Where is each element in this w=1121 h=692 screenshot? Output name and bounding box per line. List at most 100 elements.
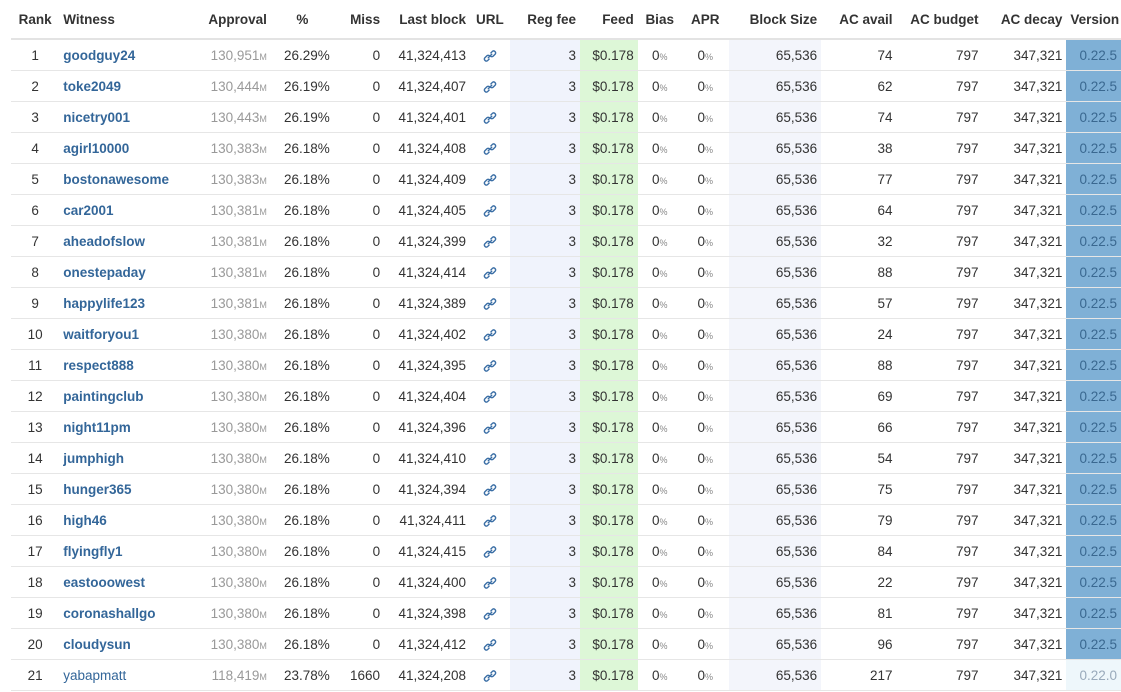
apr-unit: % [705,392,714,403]
witness-link[interactable]: eastooowest [63,575,145,590]
header-version[interactable]: Version [1066,0,1121,40]
header-miss[interactable]: Miss [333,0,385,40]
link-icon[interactable] [483,452,497,466]
link-icon[interactable] [483,328,497,342]
reg-fee-cell: 3 [509,349,581,381]
witness-link[interactable]: nicetry001 [63,110,130,125]
rank-cell: 3 [11,101,60,133]
apr-cell: 0% [681,39,729,71]
link-icon[interactable] [483,297,497,311]
bias-unit: % [659,268,668,279]
witness-link[interactable]: paintingclub [63,389,143,404]
header-rank[interactable]: Rank [11,0,60,40]
reg-fee-cell: 3 [509,101,581,133]
ac-avail-cell: 38 [821,132,897,164]
witness-link[interactable]: car2001 [63,203,113,218]
block-size-cell: 65,536 [728,380,822,412]
rank-cell: 14 [11,442,60,474]
witness-link[interactable]: yabapmatt [63,668,126,683]
rank-cell: 9 [11,287,60,319]
ac-decay-cell: 347,321 [982,473,1067,505]
url-cell [470,473,510,505]
header-ac-budget[interactable]: AC budget [896,0,983,40]
bias-cell: 0% [637,101,682,133]
witness-link[interactable]: agirl10000 [63,141,129,156]
header-url[interactable]: URL [470,0,510,40]
witness-link[interactable]: goodguy24 [63,48,135,63]
bias-unit: % [659,113,668,124]
link-icon[interactable] [483,607,497,621]
table-row: 4 agirl10000 130,383M 26.18% 0 41,324,408 3 $0.… [11,132,1121,164]
apr-unit: % [705,330,714,341]
bias-unit: % [659,330,668,341]
table-row: 10 waitforyou1 130,380M 26.18% 0 41,324,402 3 $… [11,318,1121,350]
approval-unit: M [259,609,267,620]
witness-link[interactable]: cloudysun [63,637,131,652]
url-cell [470,101,510,133]
bias-unit: % [659,423,668,434]
witness-link[interactable]: aheadofslow [63,234,145,249]
link-icon[interactable] [483,514,497,528]
link-icon[interactable] [483,576,497,590]
witness-link[interactable]: onestepaday [63,265,146,280]
witness-link[interactable]: night11pm [63,420,131,435]
url-cell [470,597,510,629]
link-icon[interactable] [483,204,497,218]
approval-value: 130,380 [210,450,260,466]
link-icon[interactable] [483,359,497,373]
link-icon[interactable] [483,173,497,187]
header-witness[interactable]: Witness [59,0,198,40]
witness-link[interactable]: hunger365 [63,482,131,497]
feed-cell: $0.178 [580,39,638,71]
apr-unit: % [705,113,714,124]
ac-budget-cell: 797 [896,504,983,536]
link-icon[interactable] [483,483,497,497]
witness-link[interactable]: coronashallgo [63,606,155,621]
feed-cell: $0.178 [580,504,638,536]
witness-link[interactable]: high46 [63,513,107,528]
apr-value: 0 [697,450,706,466]
header-bias[interactable]: Bias [637,0,682,40]
percent-cell: 26.18% [270,256,334,288]
table-header: Rank Witness Approval % Miss Last block … [11,0,1121,40]
header-apr[interactable]: APR [681,0,729,40]
header-last-block[interactable]: Last block [384,0,471,40]
link-icon[interactable] [483,266,497,280]
version-cell: 0.22.5 [1066,566,1121,598]
witness-cell: goodguy24 [59,39,198,71]
header-feed[interactable]: Feed [580,0,638,40]
link-icon[interactable] [483,421,497,435]
feed-cell: $0.178 [580,535,638,567]
approval-unit: M [259,423,267,434]
link-icon[interactable] [483,235,497,249]
witness-link[interactable]: jumphigh [63,451,124,466]
witness-link[interactable]: respect888 [63,358,134,373]
apr-unit: % [705,516,714,527]
header-approval[interactable]: Approval [197,0,271,40]
witness-link[interactable]: flyingfly1 [63,544,122,559]
witness-link[interactable]: bostonawesome [63,172,169,187]
link-icon[interactable] [483,49,497,63]
header-block-size[interactable]: Block Size [728,0,822,40]
apr-value: 0 [697,109,706,125]
header-reg-fee[interactable]: Reg fee [509,0,581,40]
witness-link[interactable]: waitforyou1 [63,327,139,342]
witness-link[interactable]: happylife123 [63,296,145,311]
link-icon[interactable] [483,390,497,404]
witness-link[interactable]: toke2049 [63,79,121,94]
link-icon[interactable] [483,80,497,94]
feed-cell: $0.178 [580,256,638,288]
approval-cell: 130,380M [197,628,271,660]
ac-avail-cell: 74 [821,39,897,71]
url-cell [470,411,510,443]
url-cell [470,566,510,598]
header-percent[interactable]: % [270,0,334,40]
apr-unit: % [705,640,714,651]
header-ac-avail[interactable]: AC avail [821,0,897,40]
link-icon[interactable] [483,545,497,559]
link-icon[interactable] [483,111,497,125]
link-icon[interactable] [483,669,497,683]
link-icon[interactable] [483,142,497,156]
link-icon[interactable] [483,638,497,652]
header-ac-decay[interactable]: AC decay [982,0,1067,40]
